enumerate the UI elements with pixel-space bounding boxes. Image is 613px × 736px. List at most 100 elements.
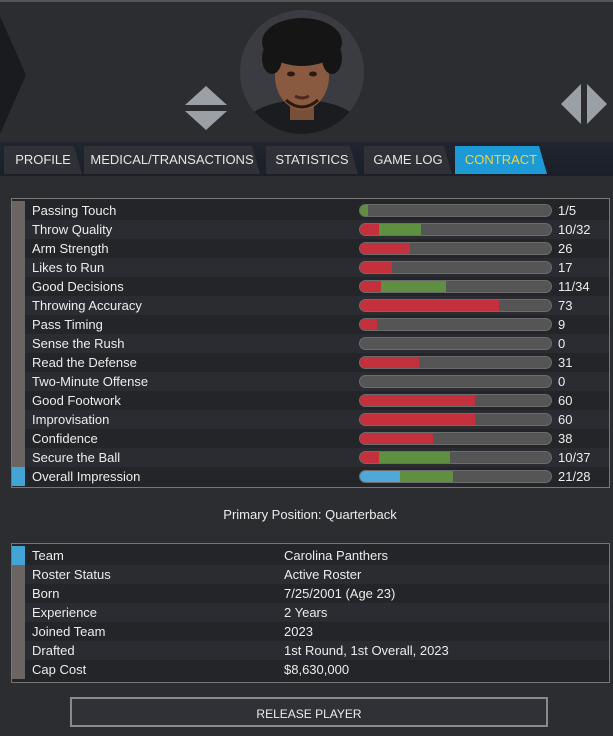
attribute-bar (359, 356, 552, 369)
bar-fill-red (360, 262, 392, 273)
row-marker (12, 391, 25, 410)
row-marker (12, 372, 25, 391)
row-marker (12, 277, 25, 296)
attribute-row[interactable]: Throw Quality 10/32 (12, 220, 609, 239)
row-marker (12, 448, 25, 467)
info-value: 7/25/2001 (Age 23) (284, 586, 396, 601)
row-marker (12, 296, 25, 315)
attribute-bar (359, 318, 552, 331)
attribute-value: 26 (558, 241, 573, 256)
attribute-row[interactable]: Pass Timing 9 (12, 315, 609, 334)
attribute-label: Likes to Run (32, 260, 105, 275)
attribute-row[interactable]: Arm Strength 26 (12, 239, 609, 258)
info-label: Roster Status (32, 567, 111, 582)
info-value: Active Roster (284, 567, 362, 582)
bar-fill-green (360, 205, 368, 216)
info-row: Drafted 1st Round, 1st Overall, 2023 (12, 641, 609, 660)
attribute-label: Improvisation (32, 412, 110, 427)
attribute-row[interactable]: Read the Defense 31 (12, 353, 609, 372)
info-label: Drafted (32, 643, 75, 658)
attributes-panel: Passing Touch 1/5 Throw Quality 10/32 Arm St… (11, 198, 610, 488)
back-chevron-icon[interactable] (0, 16, 28, 134)
row-marker (12, 353, 25, 372)
row-marker (12, 410, 25, 429)
attribute-row[interactable]: Overall Impression 21/28 (12, 467, 609, 486)
up-down-arrows-icon[interactable] (185, 86, 227, 130)
row-marker (12, 546, 25, 565)
attribute-value: 0 (558, 374, 566, 389)
bar-fill-green (400, 471, 453, 482)
attribute-bar (359, 261, 552, 274)
primary-position: Primary Position: Quarterback (223, 507, 397, 522)
attribute-row[interactable]: Good Decisions 11/34 (12, 277, 609, 296)
bar-fill-red (360, 414, 475, 425)
info-value: 2023 (284, 624, 313, 639)
attribute-row[interactable]: Confidence 38 (12, 429, 609, 448)
row-marker (12, 603, 25, 622)
bar-fill-red (360, 395, 475, 406)
bar-fill-red (360, 452, 379, 463)
attribute-bar (359, 413, 552, 426)
attribute-row[interactable]: Improvisation 60 (12, 410, 609, 429)
info-row: Joined Team 2023 (12, 622, 609, 641)
attribute-bar (359, 451, 552, 464)
row-marker (12, 239, 25, 258)
release-player-button[interactable]: RELEASE PLAYER (70, 697, 548, 727)
attribute-row[interactable]: Good Footwork 60 (12, 391, 609, 410)
bar-fill-red (360, 319, 377, 330)
attribute-bar (359, 470, 552, 483)
attribute-value: 10/37 (558, 450, 591, 465)
bar-fill-red (360, 281, 381, 292)
info-value: Carolina Panthers (284, 548, 389, 563)
attribute-label: Overall Impression (32, 469, 141, 484)
tab-statistics[interactable]: STATISTICS (266, 146, 358, 174)
attribute-bar (359, 242, 552, 255)
row-marker (12, 220, 25, 239)
attribute-bar (359, 223, 552, 236)
tab-profile[interactable]: PROFILE (4, 146, 82, 174)
attribute-label: Passing Touch (32, 203, 117, 218)
attribute-row[interactable]: Secure the Ball 10/37 (12, 448, 609, 467)
tab-medical-transactions[interactable]: MEDICAL/TRANSACTIONS (84, 146, 260, 174)
attribute-value: 11/34 (558, 279, 590, 294)
bar-fill-green (381, 281, 446, 292)
attribute-label: Sense the Rush (32, 336, 125, 351)
attribute-row[interactable]: Throwing Accuracy 73 (12, 296, 609, 315)
tab-contract[interactable]: CONTRACT (455, 146, 547, 174)
attribute-bar (359, 337, 552, 350)
attribute-bar (359, 432, 552, 445)
attribute-value: 73 (558, 298, 573, 313)
bar-fill-blue (360, 471, 400, 482)
row-marker (12, 429, 25, 448)
attribute-row[interactable]: Two-Minute Offense 0 (12, 372, 609, 391)
bar-fill-red (360, 300, 499, 311)
attribute-label: Throwing Accuracy (32, 298, 142, 313)
row-marker (12, 467, 25, 486)
player-header (0, 2, 613, 142)
bar-fill-green (379, 224, 421, 235)
attribute-label: Throw Quality (32, 222, 113, 237)
bar-fill-green (379, 452, 450, 463)
attribute-value: 1/5 (558, 203, 577, 218)
info-row: Experience 2 Years (12, 603, 609, 622)
player-info-panel: Team Carolina Panthers Roster Status Active… (11, 543, 610, 683)
attribute-value: 38 (558, 431, 573, 446)
row-marker (12, 201, 25, 220)
attribute-bar (359, 394, 552, 407)
attribute-bar (359, 204, 552, 217)
attribute-row[interactable]: Likes to Run 17 (12, 258, 609, 277)
info-row: Cap Cost $8,630,000 (12, 660, 609, 679)
attribute-row[interactable]: Sense the Rush 0 (12, 334, 609, 353)
attribute-value: 60 (558, 412, 573, 427)
attribute-label: Pass Timing (32, 317, 103, 332)
tab-game-log[interactable]: GAME LOG (364, 146, 452, 174)
left-right-arrows-icon[interactable] (561, 84, 607, 124)
attribute-label: Good Decisions (32, 279, 124, 294)
bar-fill-red (360, 243, 410, 254)
bar-fill-red (360, 357, 419, 368)
row-marker (12, 641, 25, 660)
attribute-value: 31 (558, 355, 573, 370)
info-value: 2 Years (284, 605, 328, 620)
attribute-value: 9 (558, 317, 566, 332)
attribute-row[interactable]: Passing Touch 1/5 (12, 201, 609, 220)
